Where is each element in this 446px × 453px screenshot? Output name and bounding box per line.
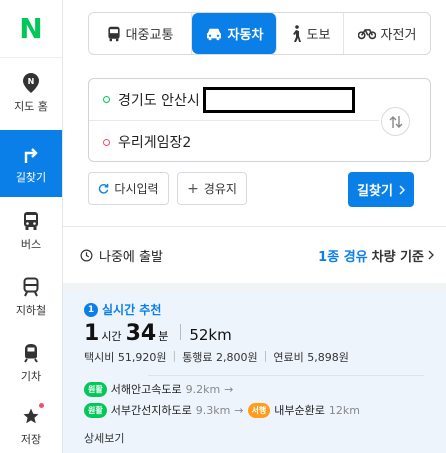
redaction-box <box>203 87 355 113</box>
car-icon <box>205 27 223 41</box>
distance-value: 52km <box>189 326 232 344</box>
svg-text:N: N <box>28 77 35 86</box>
detail-label: 상세보기 <box>84 432 125 445</box>
sidebar-item-label: 저장 <box>20 432 42 446</box>
swap-route-button[interactable] <box>381 107 410 136</box>
road-distance: 9.3km <box>195 403 231 417</box>
sidebar-item-subway[interactable]: 지하철 <box>0 266 62 328</box>
road-name: 서해안고속도로 <box>110 383 182 396</box>
minutes-value: 34 <box>125 321 157 346</box>
route-criteria-selector[interactable]: 1종 경유 차량 기준 <box>318 246 434 265</box>
origin-dot-icon <box>103 96 110 103</box>
transport-mode-tabs: 대중교통 자동차 도보 자전거 <box>88 12 431 55</box>
sidebar-item-map-home[interactable]: N 지도 홈 <box>0 62 62 124</box>
toll-fee: 통행료 2,800원 <box>182 351 258 364</box>
traffic-status-badge: 원활 <box>84 381 107 397</box>
result-header: 1 실시간 추천 <box>84 301 161 318</box>
hours-value: 1 <box>84 321 100 346</box>
waypoint-label: 경유지 <box>203 182 237 196</box>
road-distance: 9.2km <box>185 382 221 396</box>
sidebar-item-label: 지하철 <box>15 304 47 317</box>
hours-unit: 시간 <box>101 330 122 343</box>
destination-text: 우리게임장2 <box>118 135 192 151</box>
road-distance: 12km <box>328 403 360 417</box>
bus-icon <box>23 210 39 232</box>
tab-bicycle[interactable]: 자전거 <box>344 13 430 54</box>
tab-label: 도보 <box>306 28 331 43</box>
divider <box>180 324 182 340</box>
destination-field[interactable]: 우리게임장2 <box>89 121 379 163</box>
route-result-card[interactable]: 1 실시간 추천 1 시간 34 분 52km 택시비 51,920원 | 통행… <box>63 291 446 453</box>
arrow-right-icon: → <box>224 382 234 396</box>
refresh-icon <box>99 183 109 194</box>
chevron-right-icon <box>399 184 405 195</box>
reset-label: 다시입력 <box>114 182 159 196</box>
fuel-cost: 연료비 5,898원 <box>273 351 349 364</box>
divider <box>148 375 424 376</box>
cost-summary: 택시비 51,920원 | 통행료 2,800원 | 연료비 5,898원 <box>84 349 349 364</box>
clock-icon <box>80 249 93 261</box>
turn-arrow-icon <box>22 143 40 165</box>
reset-button[interactable]: 다시입력 <box>88 172 169 205</box>
rank-badge: 1 <box>84 302 98 317</box>
departure-time-selector[interactable]: 나중에 출발 <box>80 246 163 265</box>
sidebar-item-saved[interactable]: 저장 <box>0 398 62 453</box>
result-title: 실시간 추천 <box>102 303 162 317</box>
search-route-button[interactable]: 길찾기 <box>348 172 414 207</box>
train-icon <box>23 342 39 364</box>
add-waypoint-button[interactable]: + 경유지 <box>177 172 247 205</box>
detail-link[interactable]: 상세보기 <box>84 430 124 446</box>
road-name: 서부간선지하도로 <box>110 404 192 417</box>
logo-letter: N <box>19 11 43 45</box>
walk-icon <box>290 25 302 42</box>
tab-walk[interactable]: 도보 <box>277 13 344 54</box>
waypoint-info: 1종 경유 <box>318 249 368 265</box>
swap-arrows-icon <box>389 115 402 128</box>
sidebar-item-bus[interactable]: 버스 <box>0 200 62 262</box>
sidebar-item-train[interactable]: 기차 <box>0 332 62 394</box>
star-icon <box>22 402 44 427</box>
sidebar-item-directions[interactable]: 길찾기 <box>0 130 62 197</box>
destination-dot-icon <box>103 138 110 146</box>
sidebar-item-label: 버스 <box>20 238 42 251</box>
origin-text: 경기도 안산시 <box>118 92 200 109</box>
sidebar-item-label: 기차 <box>20 370 42 383</box>
criteria-label: 차량 기준 <box>371 249 424 265</box>
road-segment: 원활 서해안고속도로 9.2km → <box>84 381 233 397</box>
search-route-label: 길찾기 <box>357 184 393 199</box>
arrow-right-icon: → <box>234 403 244 417</box>
tab-public-transit[interactable]: 대중교통 <box>89 13 192 54</box>
side-nav: N N 지도 홈 길찾기 버스 지하철 기차 저장 <box>0 0 63 453</box>
tab-car[interactable]: 자동차 <box>192 13 277 54</box>
tab-label: 자전거 <box>380 28 417 43</box>
bus-icon <box>107 26 121 42</box>
minutes-unit: 분 <box>158 330 169 343</box>
taxi-fare: 택시비 51,920원 <box>84 351 167 364</box>
sidebar-item-label: 지도 홈 <box>14 100 48 113</box>
chevron-right-icon <box>428 250 434 260</box>
naver-logo[interactable]: N <box>0 0 62 58</box>
map-pin-icon: N <box>22 72 40 94</box>
tab-label: 대중교통 <box>125 28 174 43</box>
travel-summary: 1 시간 34 분 52km <box>84 321 232 346</box>
road-name: 내부순환로 <box>274 404 325 417</box>
traffic-status-badge: 서행 <box>247 402 271 418</box>
tab-label: 자동차 <box>227 28 264 43</box>
notification-dot <box>39 402 44 408</box>
bicycle-icon <box>357 27 376 40</box>
subway-icon <box>23 276 39 298</box>
plus-icon: + <box>187 180 199 197</box>
departure-label: 나중에 출발 <box>99 249 163 265</box>
departure-bar: 나중에 출발 1종 경유 차량 기준 <box>63 227 446 283</box>
traffic-status-badge: 원활 <box>84 402 107 418</box>
section-gap <box>63 283 446 291</box>
sidebar-item-label: 길찾기 <box>15 170 47 184</box>
road-segment: 원활 서부간선지하도로 9.3km → 서행 내부순환로 12km <box>84 402 360 418</box>
